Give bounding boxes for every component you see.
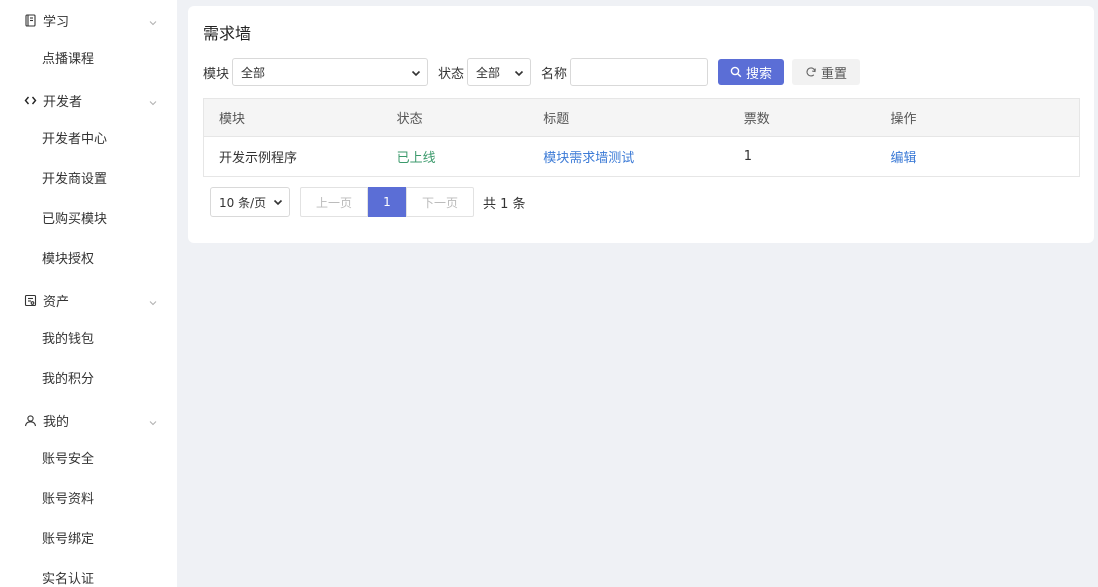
filter-bar: 模块 全部 状态 全部 名称 搜索 重置 xyxy=(203,58,861,86)
sidebar-item-account-binding[interactable]: 账号绑定 xyxy=(0,520,177,560)
table-row: 开发示例程序 已上线 模块需求墙测试 1 编辑 xyxy=(204,137,1079,176)
sidebar-group-assets[interactable]: 资产 xyxy=(0,280,177,320)
page-title: 需求墙 xyxy=(203,24,252,43)
sidebar-item-purchased-modules[interactable]: 已购买模块 xyxy=(0,200,177,240)
module-filter-label: 模块 xyxy=(203,66,230,82)
sidebar-item-module-license[interactable]: 模块授权 xyxy=(0,240,177,280)
book-icon xyxy=(24,13,37,27)
refresh-icon xyxy=(805,66,817,78)
user-icon xyxy=(24,414,37,427)
asset-icon xyxy=(24,294,37,307)
edit-link[interactable]: 编辑 xyxy=(875,147,1079,166)
module-select-value: 全部 xyxy=(241,65,266,80)
page-size-value: 10 条/页 xyxy=(219,195,267,210)
sidebar-item-developer-center[interactable]: 开发者中心 xyxy=(0,120,177,160)
sidebar: 学习 点播课程 开发者 开发者中心 开发商设置 已购买模块 模块授权 资产 我的… xyxy=(0,0,177,587)
chevron-down-icon xyxy=(411,67,421,77)
demand-table: 模块 状态 标题 票数 操作 开发示例程序 已上线 模块需求墙测试 1 编辑 xyxy=(203,98,1080,177)
sidebar-group-label: 资产 xyxy=(43,294,70,310)
column-header-status: 状态 xyxy=(396,112,423,127)
sidebar-item-wallet[interactable]: 我的钱包 xyxy=(0,320,177,360)
main-card: 需求墙 模块 全部 状态 全部 名称 搜索 重置 模块 状态 标题 票数 操作 … xyxy=(188,6,1094,243)
status-select[interactable]: 全部 xyxy=(467,58,532,86)
table-header: 模块 状态 标题 票数 操作 xyxy=(204,99,1079,137)
chevron-down-icon xyxy=(149,96,157,106)
search-icon xyxy=(730,66,742,78)
chevron-down-icon xyxy=(149,416,157,426)
column-header-votes: 票数 xyxy=(743,112,770,127)
chevron-down-icon xyxy=(149,16,157,26)
status-filter-label: 状态 xyxy=(438,66,465,82)
sidebar-group-study[interactable]: 学习 xyxy=(0,0,177,40)
sidebar-group-label: 我的 xyxy=(43,414,70,430)
sidebar-item-account-profile[interactable]: 账号资料 xyxy=(0,480,177,520)
status-select-value: 全部 xyxy=(476,65,501,80)
sidebar-item-real-name[interactable]: 实名认证 xyxy=(0,560,177,587)
sidebar-group-label: 开发者 xyxy=(43,94,83,110)
sidebar-item-developer-settings[interactable]: 开发商设置 xyxy=(0,160,177,200)
sidebar-group-mine[interactable]: 我的 xyxy=(0,400,177,440)
status-badge: 已上线 xyxy=(396,151,436,166)
reset-button-label: 重置 xyxy=(821,66,848,82)
name-input[interactable] xyxy=(570,58,709,86)
sidebar-item-points[interactable]: 我的积分 xyxy=(0,360,177,400)
next-page-button[interactable]: 下一页 xyxy=(406,187,474,217)
sidebar-item-account-security[interactable]: 账号安全 xyxy=(0,440,177,480)
chevron-down-icon xyxy=(273,197,283,207)
reset-button[interactable]: 重置 xyxy=(792,59,861,85)
search-button[interactable]: 搜索 xyxy=(718,59,785,85)
column-header-title: 标题 xyxy=(543,112,570,127)
sidebar-item-vod-course[interactable]: 点播课程 xyxy=(0,40,177,80)
chevron-down-icon xyxy=(149,296,157,306)
cell-module: 开发示例程序 xyxy=(219,151,298,166)
sidebar-group-developer[interactable]: 开发者 xyxy=(0,80,177,120)
module-select[interactable]: 全部 xyxy=(232,58,429,86)
pagination: 10 条/页 上一页 1 下一页 共 1 条 xyxy=(210,187,526,217)
code-icon xyxy=(24,94,37,107)
page-size-select[interactable]: 10 条/页 xyxy=(210,187,290,217)
column-header-module: 模块 xyxy=(219,112,246,127)
sidebar-group-label: 学习 xyxy=(43,14,70,30)
name-filter-label: 名称 xyxy=(541,66,568,82)
search-button-label: 搜索 xyxy=(746,66,773,82)
prev-page-button[interactable]: 上一页 xyxy=(300,187,368,217)
title-link[interactable]: 模块需求墙测试 xyxy=(528,147,729,166)
total-count: 共 1 条 xyxy=(483,196,526,212)
chevron-down-icon xyxy=(514,67,524,77)
cell-votes: 1 xyxy=(743,149,753,164)
column-header-action: 操作 xyxy=(890,112,917,127)
page-number-button[interactable]: 1 xyxy=(368,187,406,217)
